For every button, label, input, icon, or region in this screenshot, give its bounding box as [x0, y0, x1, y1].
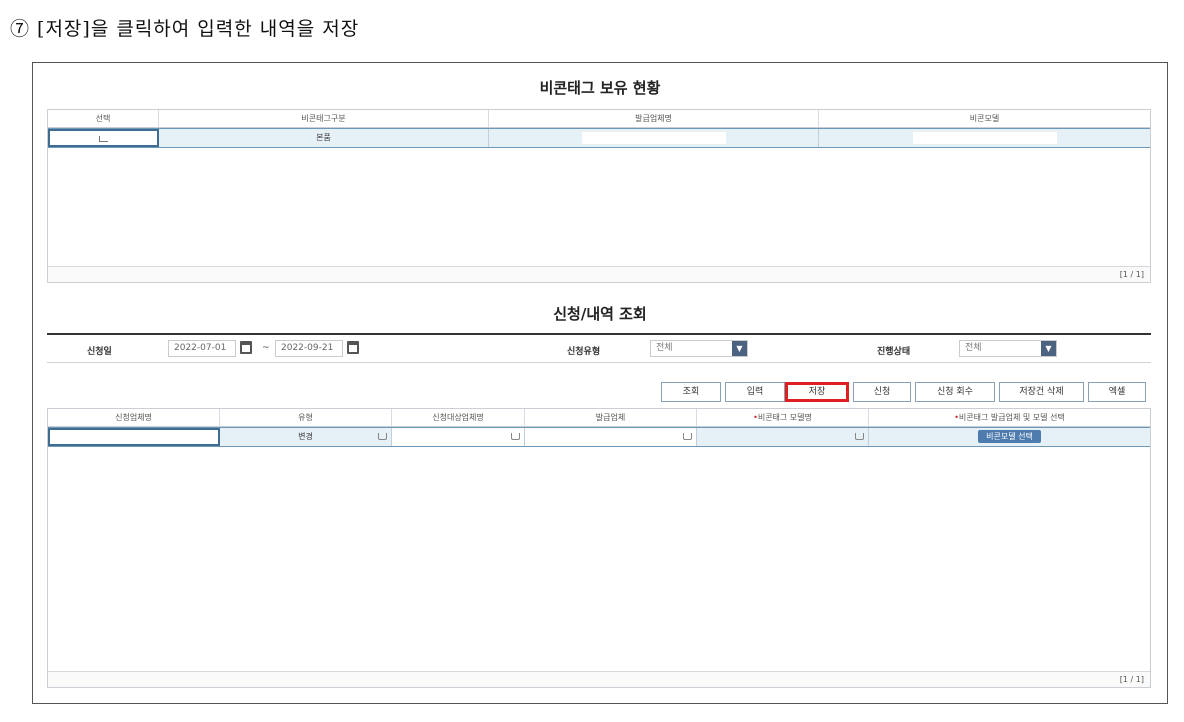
status-select-value: 전체: [965, 343, 982, 353]
dropdown-icon[interactable]: [378, 433, 387, 440]
application-grid-header: 신청업체명 유형 신청대상업체명 발급업체 •비콘태그 모델명 •비콘태그 발급…: [48, 409, 1150, 427]
col-applicant[interactable]: 신청업체명: [48, 409, 220, 426]
screenshot-frame: 비콘태그 보유 현황 선택 비콘태그구분 발급업체명 비콘모델 본품 [1 / …: [32, 62, 1168, 704]
type-select[interactable]: 전체 ▼: [650, 340, 748, 357]
date-from-input[interactable]: 2022-07-01: [168, 340, 236, 357]
type-label: 신청유형: [567, 347, 601, 357]
delete-saved-button[interactable]: 저장건 삭제: [999, 382, 1084, 402]
issuer-model-select-cell: 비콘모델 선택: [869, 428, 1150, 446]
redacted-value: [581, 131, 726, 144]
checkbox-icon[interactable]: [99, 135, 108, 142]
col-select[interactable]: 선택: [48, 110, 159, 127]
applicant-cell[interactable]: [48, 428, 220, 446]
calendar-icon[interactable]: [240, 341, 252, 354]
action-toolbar: 조회 입력 저장 신청 신청 회수 저장건 삭제 엑셀: [33, 382, 1169, 402]
type-cell[interactable]: 변경: [220, 428, 392, 446]
search-section-title: 신청/내역 조회: [553, 305, 647, 323]
row-select-cell[interactable]: [48, 129, 159, 147]
col-issuer-model-select[interactable]: •비콘태그 발급업체 및 모델 선택: [869, 409, 1150, 426]
col-type[interactable]: 유형: [220, 409, 392, 426]
application-pager: [1 / 1]: [48, 671, 1150, 687]
holdings-pager: [1 / 1]: [48, 266, 1150, 282]
date-label: 신청일: [87, 347, 112, 357]
table-row[interactable]: 변경 비콘모델 선택: [48, 427, 1150, 447]
instruction-caption: ⑦ [저장]을 클릭하여 입력한 내역을 저장: [10, 18, 360, 40]
holdings-grid: 선택 비콘태그구분 발급업체명 비콘모델 본품 [1 / 1]: [47, 109, 1151, 283]
beacon-model-select-button[interactable]: 비콘모델 선택: [978, 430, 1041, 443]
beacon-type-cell: 본품: [159, 129, 489, 147]
status-select[interactable]: 전체 ▼: [959, 340, 1057, 357]
beacon-model-cell: [819, 129, 1150, 147]
col-issuer[interactable]: 발급업체: [525, 409, 697, 426]
col-issuer-model-select-label: 비콘태그 발급업체 및 모델 선택: [958, 413, 1065, 422]
col-beacon-type[interactable]: 비콘태그구분: [159, 110, 489, 127]
search-icon[interactable]: [511, 433, 520, 440]
holdings-title: 비콘태그 보유 현황: [539, 79, 661, 97]
status-label: 진행상태: [877, 347, 911, 357]
dropdown-icon[interactable]: [855, 433, 864, 440]
search-button[interactable]: 조회: [661, 382, 721, 402]
chevron-down-icon[interactable]: ▼: [732, 341, 747, 356]
col-model-name-label: 비콘태그 모델명: [757, 413, 812, 422]
holdings-grid-header: 선택 비콘태그구분 발급업체명 비콘모델: [48, 110, 1150, 128]
chevron-down-icon[interactable]: ▼: [1041, 341, 1056, 356]
table-row[interactable]: 본품: [48, 128, 1150, 148]
excel-button[interactable]: 엑셀: [1088, 382, 1146, 402]
issuer-cell[interactable]: [525, 428, 697, 446]
save-button[interactable]: 저장: [785, 382, 849, 402]
col-beacon-model[interactable]: 비콘모델: [819, 110, 1150, 127]
withdraw-button[interactable]: 신청 회수: [915, 382, 995, 402]
col-issuer-name[interactable]: 발급업체명: [489, 110, 819, 127]
type-select-value: 전체: [656, 343, 673, 353]
type-cell-value: 변경: [298, 432, 313, 441]
application-grid: 신청업체명 유형 신청대상업체명 발급업체 •비콘태그 모델명 •비콘태그 발급…: [47, 408, 1151, 688]
search-conditions: 신청일 2022-07-01 ~ 2022-09-21 신청유형 전체 ▼ 진행…: [47, 333, 1151, 363]
col-target-company[interactable]: 신청대상업체명: [392, 409, 525, 426]
col-model-name[interactable]: •비콘태그 모델명: [697, 409, 869, 426]
apply-button[interactable]: 신청: [853, 382, 911, 402]
date-separator: ~: [262, 343, 270, 353]
redacted-value: [912, 131, 1057, 144]
issuer-name-cell: [489, 129, 819, 147]
target-company-cell[interactable]: [392, 428, 525, 446]
calendar-icon[interactable]: [347, 341, 359, 354]
model-name-cell[interactable]: [697, 428, 869, 446]
date-to-input[interactable]: 2022-09-21: [275, 340, 343, 357]
input-button[interactable]: 입력: [725, 382, 785, 402]
dropdown-icon[interactable]: [683, 433, 692, 440]
